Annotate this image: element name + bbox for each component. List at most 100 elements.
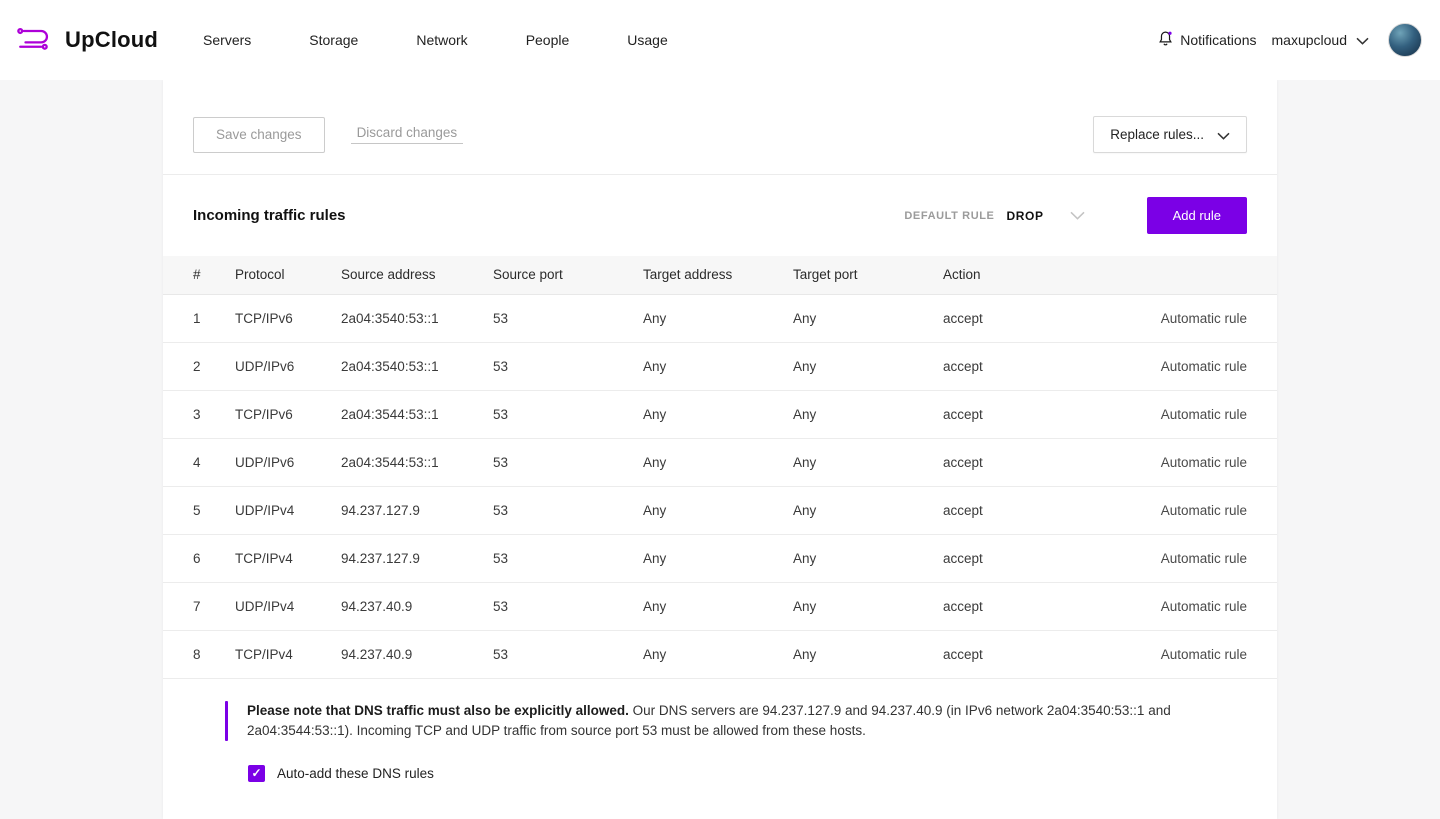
rule-action: accept xyxy=(943,630,1063,678)
upcloud-logo-text: UpCloud xyxy=(65,27,158,53)
auto-add-dns-checkbox[interactable]: ✓ Auto-add these DNS rules xyxy=(248,765,1277,782)
table-row[interactable]: 7UDP/IPv494.237.40.953AnyAnyacceptAutoma… xyxy=(163,582,1277,630)
default-rule-value: DROP xyxy=(1007,209,1044,223)
bell-icon xyxy=(1158,30,1173,50)
rule-source-port: 53 xyxy=(493,390,643,438)
rule-action: accept xyxy=(943,390,1063,438)
rule-source-port: 53 xyxy=(493,630,643,678)
rule-protocol: UDP/IPv4 xyxy=(235,582,341,630)
rule-target-port: Any xyxy=(793,438,943,486)
table-row[interactable]: 4UDP/IPv62a04:3544:53::153AnyAnyacceptAu… xyxy=(163,438,1277,486)
add-rule-button[interactable]: Add rule xyxy=(1147,197,1247,234)
rule-source-address: 2a04:3544:53::1 xyxy=(341,390,493,438)
nav-item-people[interactable]: People xyxy=(526,24,570,56)
rules-toolbar: Save changes Discard changes Replace rul… xyxy=(163,80,1277,175)
rule-source-address: 2a04:3540:53::1 xyxy=(341,294,493,342)
rule-source-port: 53 xyxy=(493,582,643,630)
table-row[interactable]: 8TCP/IPv494.237.40.953AnyAnyacceptAutoma… xyxy=(163,630,1277,678)
rule-number: 2 xyxy=(163,342,235,390)
rule-target-address: Any xyxy=(643,534,793,582)
rule-target-port: Any xyxy=(793,294,943,342)
rule-target-port: Any xyxy=(793,582,943,630)
notifications-label: Notifications xyxy=(1180,32,1256,48)
rule-action: accept xyxy=(943,534,1063,582)
rule-target-port: Any xyxy=(793,342,943,390)
default-rule-label: DEFAULT RULE xyxy=(904,210,994,222)
rule-source-address: 2a04:3540:53::1 xyxy=(341,342,493,390)
table-row[interactable]: 5UDP/IPv494.237.127.953AnyAnyacceptAutom… xyxy=(163,486,1277,534)
rule-number: 5 xyxy=(163,486,235,534)
nav-item-network[interactable]: Network xyxy=(416,24,467,56)
rule-target-address: Any xyxy=(643,486,793,534)
table-row[interactable]: 6TCP/IPv494.237.127.953AnyAnyacceptAutom… xyxy=(163,534,1277,582)
rule-target-port: Any xyxy=(793,390,943,438)
rule-type-label: Automatic rule xyxy=(1063,390,1277,438)
rule-number: 8 xyxy=(163,630,235,678)
incoming-rules-header: Incoming traffic rules DEFAULT RULE DROP… xyxy=(163,175,1277,256)
user-menu[interactable]: maxupcloud xyxy=(1272,32,1370,48)
rule-source-port: 53 xyxy=(493,342,643,390)
rule-source-port: 53 xyxy=(493,438,643,486)
rule-target-port: Any xyxy=(793,630,943,678)
table-row[interactable]: 2UDP/IPv62a04:3540:53::153AnyAnyacceptAu… xyxy=(163,342,1277,390)
rule-protocol: TCP/IPv6 xyxy=(235,294,341,342)
rule-target-address: Any xyxy=(643,630,793,678)
checkbox-checked-icon[interactable]: ✓ xyxy=(248,765,265,782)
rules-table: # Protocol Source address Source port Ta… xyxy=(163,256,1277,679)
table-row[interactable]: 3TCP/IPv62a04:3544:53::153AnyAnyacceptAu… xyxy=(163,390,1277,438)
rule-source-address: 2a04:3544:53::1 xyxy=(341,438,493,486)
column-header-action: Action xyxy=(943,256,1063,294)
table-header-row: # Protocol Source address Source port Ta… xyxy=(163,256,1277,294)
column-header-target-port: Target port xyxy=(793,256,943,294)
rule-protocol: TCP/IPv4 xyxy=(235,534,341,582)
rule-number: 6 xyxy=(163,534,235,582)
rule-target-address: Any xyxy=(643,342,793,390)
upcloud-logo[interactable]: UpCloud xyxy=(15,23,158,58)
discard-changes-link[interactable]: Discard changes xyxy=(351,125,464,144)
nav-item-storage[interactable]: Storage xyxy=(309,24,358,56)
rule-action: accept xyxy=(943,486,1063,534)
rule-source-address: 94.237.40.9 xyxy=(341,630,493,678)
rule-type-label: Automatic rule xyxy=(1063,486,1277,534)
rule-action: accept xyxy=(943,438,1063,486)
notifications-button[interactable]: Notifications xyxy=(1158,30,1256,50)
replace-rules-button[interactable]: Replace rules... xyxy=(1093,116,1247,153)
rule-type-label: Automatic rule xyxy=(1063,438,1277,486)
column-header-rule-type xyxy=(1063,256,1277,294)
dns-note: Please note that DNS traffic must also b… xyxy=(225,701,1247,741)
rule-number: 7 xyxy=(163,582,235,630)
rule-protocol: UDP/IPv6 xyxy=(235,342,341,390)
column-header-source-port: Source port xyxy=(493,256,643,294)
note-text: Please note that DNS traffic must also b… xyxy=(247,701,1177,741)
default-rule-dropdown[interactable]: DEFAULT RULE DROP xyxy=(904,207,1084,225)
note-accent-bar xyxy=(225,701,228,741)
rule-type-label: Automatic rule xyxy=(1063,294,1277,342)
table-row[interactable]: 1TCP/IPv62a04:3540:53::153AnyAnyacceptAu… xyxy=(163,294,1277,342)
rule-source-address: 94.237.127.9 xyxy=(341,534,493,582)
save-changes-button[interactable]: Save changes xyxy=(193,117,325,153)
rule-type-label: Automatic rule xyxy=(1063,534,1277,582)
chevron-down-icon xyxy=(1070,207,1085,225)
main-nav: Servers Storage Network People Usage xyxy=(203,24,668,56)
column-header-target-address: Target address xyxy=(643,256,793,294)
rule-number: 3 xyxy=(163,390,235,438)
avatar[interactable] xyxy=(1388,23,1422,57)
firewall-rules-panel: Save changes Discard changes Replace rul… xyxy=(163,80,1277,819)
column-header-source-address: Source address xyxy=(341,256,493,294)
upcloud-logo-icon xyxy=(15,23,57,58)
nav-item-servers[interactable]: Servers xyxy=(203,24,251,56)
rule-target-port: Any xyxy=(793,486,943,534)
rule-target-address: Any xyxy=(643,582,793,630)
rule-number: 1 xyxy=(163,294,235,342)
rule-protocol: UDP/IPv6 xyxy=(235,438,341,486)
rule-type-label: Automatic rule xyxy=(1063,342,1277,390)
nav-right-group: Notifications maxupcloud xyxy=(1158,23,1422,57)
rule-protocol: UDP/IPv4 xyxy=(235,486,341,534)
top-navigation: UpCloud Servers Storage Network People U… xyxy=(0,0,1440,80)
rule-target-address: Any xyxy=(643,438,793,486)
chevron-down-icon xyxy=(1217,128,1230,143)
rule-protocol: TCP/IPv6 xyxy=(235,390,341,438)
rule-protocol: TCP/IPv4 xyxy=(235,630,341,678)
rule-source-port: 53 xyxy=(493,294,643,342)
nav-item-usage[interactable]: Usage xyxy=(627,24,667,56)
